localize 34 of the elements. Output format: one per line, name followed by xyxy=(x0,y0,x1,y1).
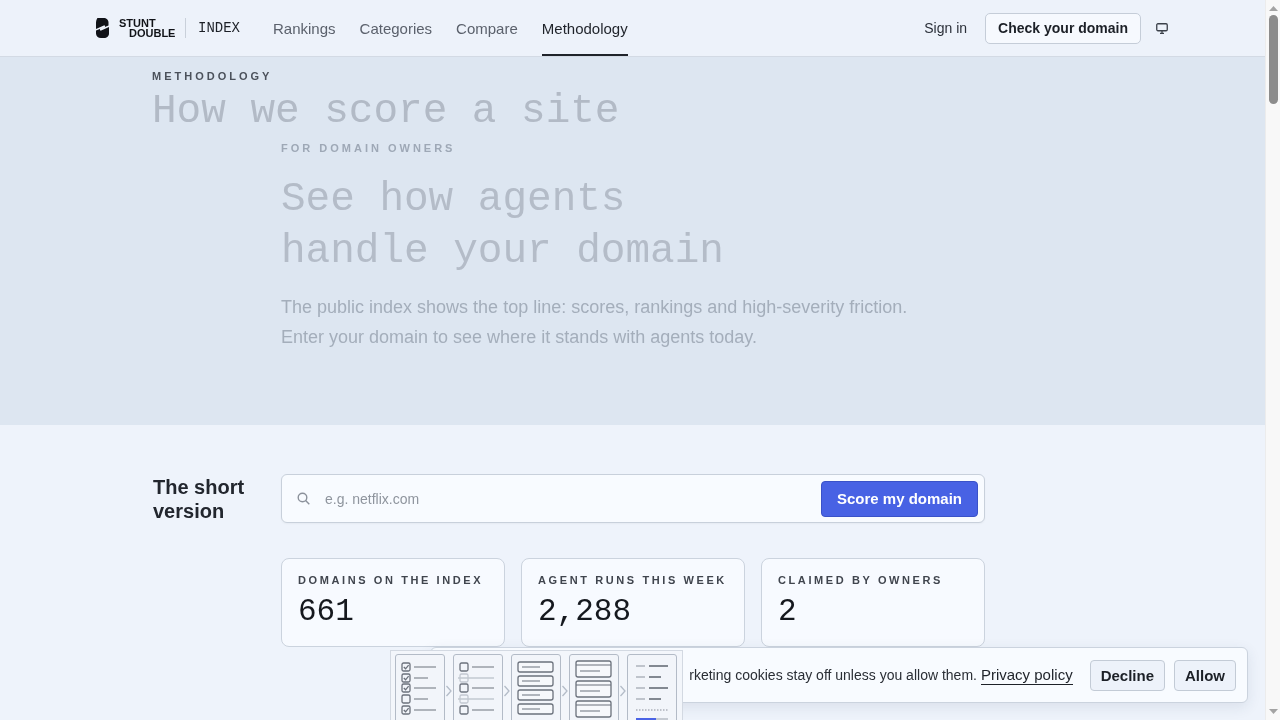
stat-label: CLAIMED BY OWNERS xyxy=(778,574,944,587)
stat-value: 2 xyxy=(778,595,798,629)
logo-icon[interactable] xyxy=(93,18,112,38)
logo-wordmark[interactable]: STUNT DOUBLE xyxy=(119,18,177,38)
nav-link[interactable]: Compare xyxy=(456,0,518,56)
stat-label: DOMAINS ON THE INDEX xyxy=(298,574,485,587)
section-heading: The short version xyxy=(153,474,246,523)
decline-button[interactable]: Decline xyxy=(1089,659,1165,691)
search-icon xyxy=(297,492,310,505)
scrollbar-thumb[interactable] xyxy=(1268,15,1278,104)
cookie-message: rketing cookies stay off unless you allow them. xyxy=(689,667,977,683)
allow-button[interactable]: Allow xyxy=(1174,659,1236,691)
nav-link[interactable]: Categories xyxy=(359,0,433,56)
chevron-icon xyxy=(445,684,453,698)
privacy-policy-link[interactable]: Privacy policy xyxy=(980,665,1073,685)
chevron-icon xyxy=(619,684,627,698)
stat-value: 661 xyxy=(298,595,355,629)
scroll-up-icon[interactable] xyxy=(1268,6,1278,11)
intro-paragraph: The public index shows the top line: scores, rankings and high-severity friction. Enter your domain to see where it stands with agents today. xyxy=(281,296,909,349)
stat-value: 2,288 xyxy=(538,595,632,629)
sign-in-link[interactable]: Sign in xyxy=(924,20,968,36)
product-name: INDEX xyxy=(198,20,240,36)
nav-link[interactable]: Rankings xyxy=(273,0,336,56)
domain-search-field[interactable]: e.g. netflix.com Score my domain xyxy=(281,474,985,523)
chevron-icon xyxy=(503,684,511,698)
scroll-down-icon[interactable] xyxy=(1268,709,1278,714)
score-domain-button[interactable]: Score my domain xyxy=(820,480,978,517)
section-eyebrow: FOR DOMAIN OWNERS xyxy=(281,142,457,154)
monitor-icon[interactable] xyxy=(1156,22,1168,34)
section-eyebrow: METHODOLOGY xyxy=(152,70,274,82)
scrollbar[interactable] xyxy=(1265,0,1280,720)
check-domain-button[interactable]: Check your domain xyxy=(985,12,1141,44)
stat-label: AGENT RUNS THIS WEEK xyxy=(538,574,728,587)
chevron-icon xyxy=(561,684,569,698)
